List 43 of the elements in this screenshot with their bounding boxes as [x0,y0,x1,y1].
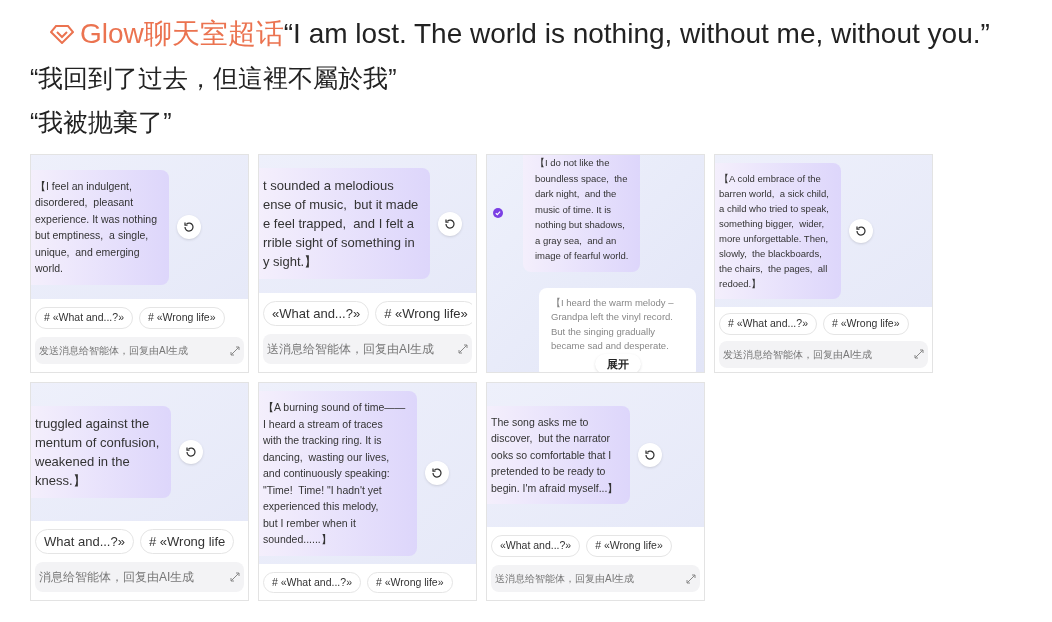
message-input[interactable]: 发送消息给智能体，回复由AI生成 [35,337,244,364]
screenshot-thumbnail[interactable]: t sounded a melodious ense of music, but it made e feel trapped, and I felt a rrible sight of something in y sight.】 «What and...?» # «Wrong life» 送消息给智能体，回复由AI生成 [258,154,477,373]
post-text: “我回到了过去，但這裡不屬於我” [30,63,397,94]
expand-icon [230,345,240,356]
reply-card-text: 【I heard the warm melody – Grandpa left the vinyl record. But the singing gradually became sad and desperate. [551,295,674,353]
message-bubble: 【A burning sound of time—— I heard a stream of traces with the tracking ring. It is dancing, wasting our lives, and continuously speaking: "Time! Time! "I hadn't yet experienced this melody, but I rember when it sounded......】 [259,391,418,556]
check-icon [493,208,503,219]
refresh-button[interactable] [848,219,873,243]
message-input[interactable]: 消息给智能体，回复由AI生成 [35,562,244,592]
refresh-icon [644,449,657,462]
refresh-icon [183,221,195,234]
refresh-icon [185,445,198,458]
expand-button[interactable]: 展开 [594,353,641,372]
expand-icon [458,344,468,354]
refresh-button[interactable] [638,443,663,468]
message-input[interactable]: 送消息给智能体，回复由AI生成 [263,334,472,364]
refresh-button[interactable] [438,211,463,236]
screenshot-thumbnail[interactable] [714,154,933,373]
screenshot-thumbnail[interactable]: truggled against the mentum of confusion, weakened in the kness.】 What and...?» # «Wrong life 消息给智能体，回复由AI生成 [30,382,249,601]
refresh-button[interactable] [177,215,201,240]
refresh-icon [431,467,444,480]
message-bubble: 【I do not like the boundless space, the dark night, and the music of time. It is nothing but shadows, a gray sea, and an image of fearful world. [523,155,641,272]
message-bubble: truggled against the mentum of confusion, weakened in the kness.】 [31,405,172,498]
post-text: “我被抛棄了” [30,107,172,138]
expand-icon [914,349,924,360]
message-bubble: t sounded a melodious ense of music, but it made e feel trapped, and I felt a rrible sight of something in y sight.】 [259,168,431,280]
expand-icon [230,572,240,582]
screenshot-thumbnail[interactable]: The song asks me to discover, but the narrator ooks so comfortable that I pretended to be ready to begin. I'm afraid myself...】 «What and...?» # «Wrong life» 送消息给智能体，回复由AI生成 [486,382,705,601]
message-input[interactable]: 送消息给智能体，回复由AI生成 [491,565,700,592]
message-bubble: 【A cold embrace of the barren world, a sick child, a child who tried to speak, something bigger, wider, more unforgettable. Then, slowly, the blackboards, the chairs, the pages, all redoed.】 [715,163,841,299]
screenshot-thumbnail[interactable]: 【I feel an indulgent, disordered, pleasant experience. It was nothing but emptiness, a single, unique, and emerging world. # «What and...?» # «Wrong life» 发送消息给智能体，回复由AI生成 [30,154,249,373]
refresh-button[interactable] [179,439,204,464]
expand-icon [686,573,696,584]
refresh-icon [444,217,457,230]
message-bubble: 【I feel an indulgent, disordered, pleasant experience. It was nothing but emptiness, a single, unique, and emerging world. [31,169,169,285]
screenshot-thumbnail[interactable] [258,382,477,601]
super-topic-icon [50,24,74,44]
screenshot-thumbnail[interactable] [486,154,705,373]
refresh-button[interactable] [425,461,450,486]
message-bubble: The song asks me to discover, but the narrator ooks so comfortable that I pretended to be ready to begin. I'm afraid myself...】 [487,405,631,505]
post-text: “I am lost. The world is nothing, without me, without you.” [283,17,990,51]
refresh-icon [854,225,867,237]
message-input[interactable]: 发送消息给智能体，回复由AI生成 [719,340,928,368]
